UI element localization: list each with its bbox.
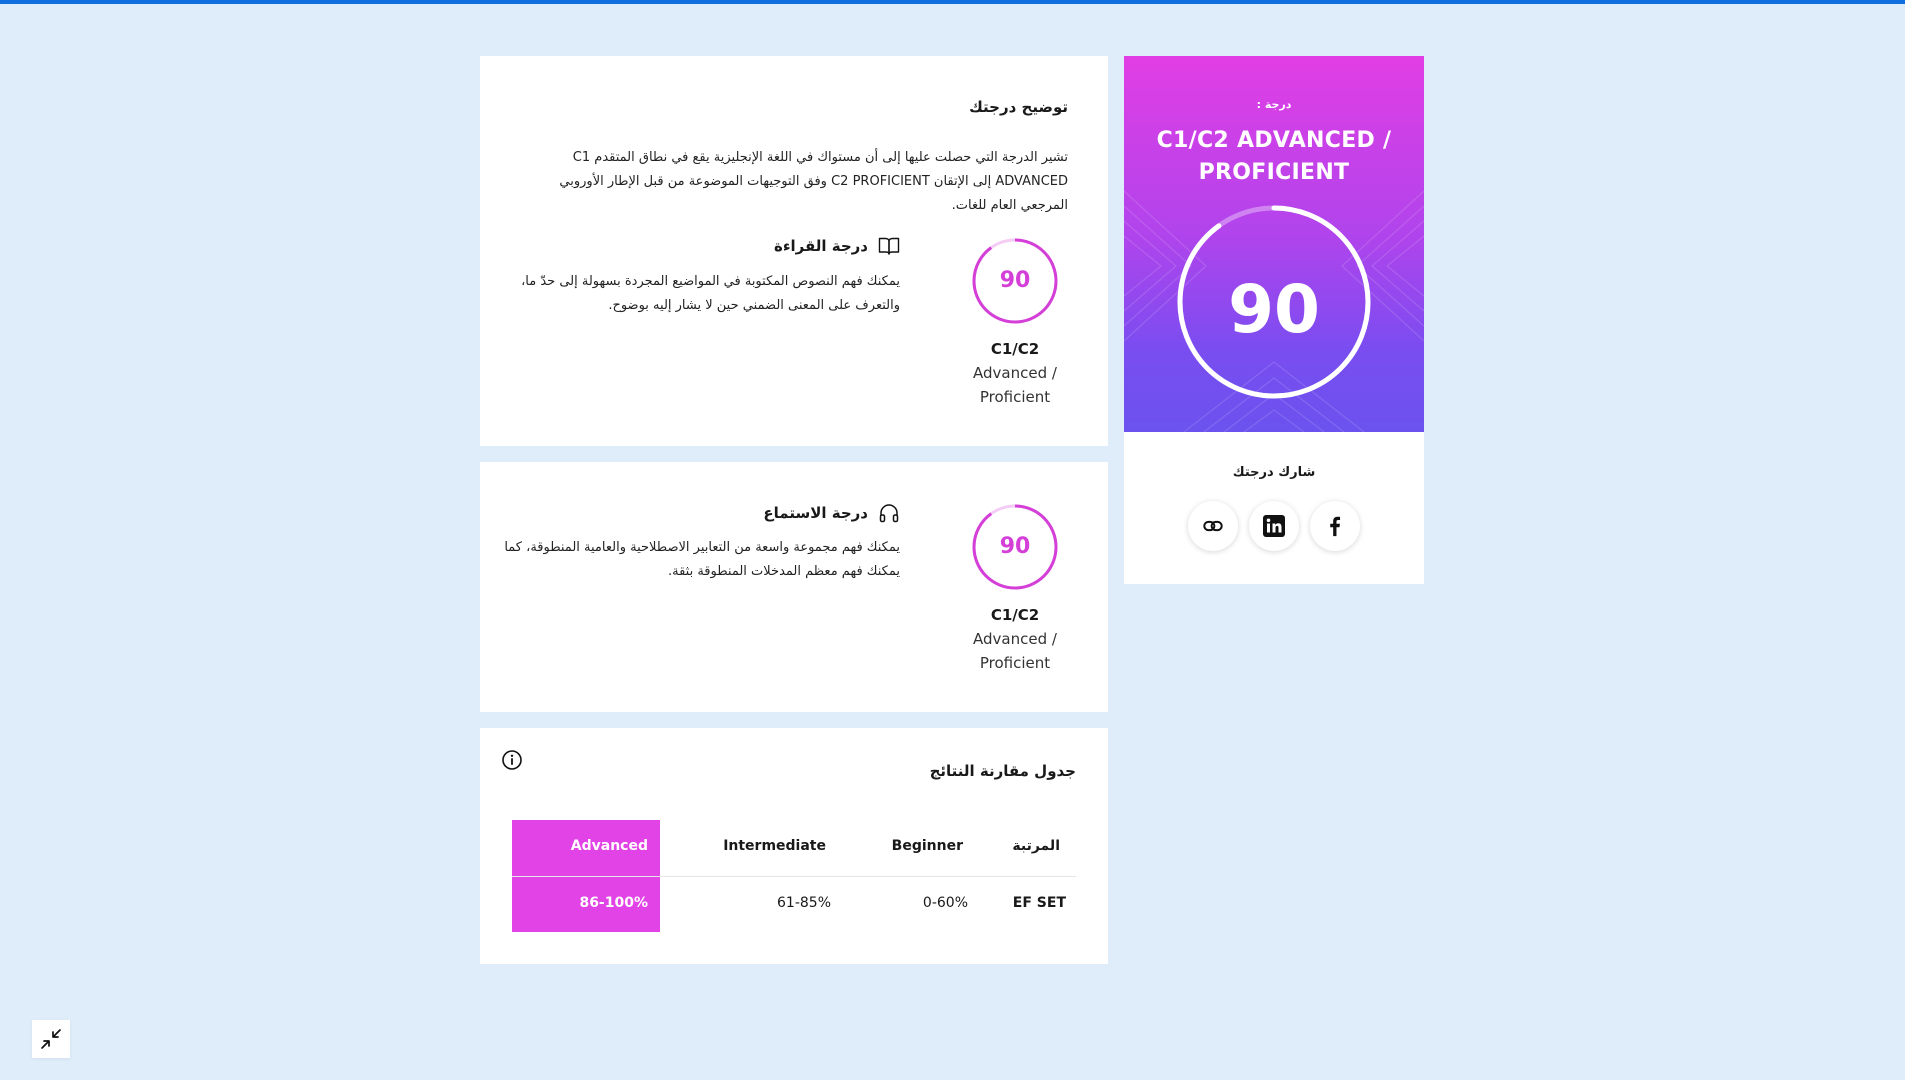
explanation-text: تشير الدرجة التي حصلت عليها إلى أن مستوا… — [559, 150, 1068, 213]
share-linkedin-button[interactable] — [1249, 501, 1299, 551]
score-level-title: C1/C2 ADVANCED / PROFICIENT — [1156, 128, 1392, 185]
listening-score-value: 90 — [999, 534, 1031, 559]
listening-score-block: 90 C1/C2 Advanced / Proficient — [972, 504, 1058, 675]
score-card: درجة : C1/C2 ADVANCED / PROFICIENT 90 شا… — [1124, 56, 1424, 584]
reading-level: C1/C2 — [990, 340, 1040, 358]
reading-score-block: 90 C1/C2 Advanced / Proficient — [972, 238, 1058, 409]
listening-description: يمكنك فهم مجموعة واسعة من التعابير الاصط… — [504, 540, 900, 579]
explanation-title: توضيح درجتك — [969, 98, 1068, 116]
cell-intermediate: 61-85% — [777, 895, 831, 911]
info-icon — [502, 750, 522, 770]
listening-level-desc: Advanced / Proficient — [973, 630, 1057, 672]
row-label-efset: EF SET — [1012, 895, 1066, 911]
reading-title: درجة القراءة — [773, 237, 868, 255]
results-comparison-panel: جدول مقارنة النتائج المرتبة Beginner Int… — [480, 728, 1108, 964]
link-icon — [1203, 520, 1223, 532]
reading-score-ring: 90 — [972, 238, 1058, 324]
collapse-icon — [41, 1029, 61, 1049]
listening-panel: 90 C1/C2 Advanced / Proficient درجة الاس… — [480, 462, 1108, 712]
score-eyebrow: درجة : — [1256, 98, 1292, 111]
share-buttons — [1188, 501, 1360, 551]
facebook-icon — [1330, 516, 1341, 537]
score-hero: درجة : C1/C2 ADVANCED / PROFICIENT 90 — [1124, 56, 1424, 432]
info-button[interactable] — [500, 748, 524, 772]
table-divider — [512, 876, 1076, 877]
cell-advanced: 86-100% — [579, 895, 648, 911]
headphones-icon — [878, 502, 900, 524]
overall-score: 90 — [1228, 271, 1320, 348]
book-icon — [878, 236, 900, 256]
comparison-title: جدول مقارنة النتائج — [929, 762, 1076, 780]
linkedin-icon — [1263, 515, 1285, 537]
listening-level: C1/C2 — [990, 606, 1040, 624]
listening-title: درجة الاستماع — [763, 504, 868, 522]
header-intermediate: Intermediate — [723, 838, 826, 854]
cell-beginner: 0-60% — [922, 895, 968, 911]
share-link-button[interactable] — [1188, 501, 1238, 551]
header-advanced: Advanced — [570, 838, 648, 854]
top-accent-bar — [0, 0, 1905, 4]
score-explanation-panel: توضيح درجتك تشير الدرجة التي حصلت عليها … — [480, 56, 1108, 446]
reading-description: يمكنك فهم النصوص المكتوبة في المواضيع ال… — [521, 274, 900, 313]
collapse-button[interactable] — [32, 1020, 70, 1058]
share-facebook-button[interactable] — [1310, 501, 1360, 551]
reading-level-desc: Advanced / Proficient — [973, 364, 1057, 406]
header-beginner: Beginner — [891, 838, 963, 854]
reading-score-value: 90 — [999, 268, 1031, 293]
header-rank: المرتبة — [1012, 838, 1060, 854]
share-title: شارك درجتك — [1232, 465, 1316, 480]
reading-heading: درجة القراءة — [774, 236, 900, 256]
listening-heading: درجة الاستماع — [763, 502, 900, 524]
listening-score-ring: 90 — [972, 504, 1058, 590]
